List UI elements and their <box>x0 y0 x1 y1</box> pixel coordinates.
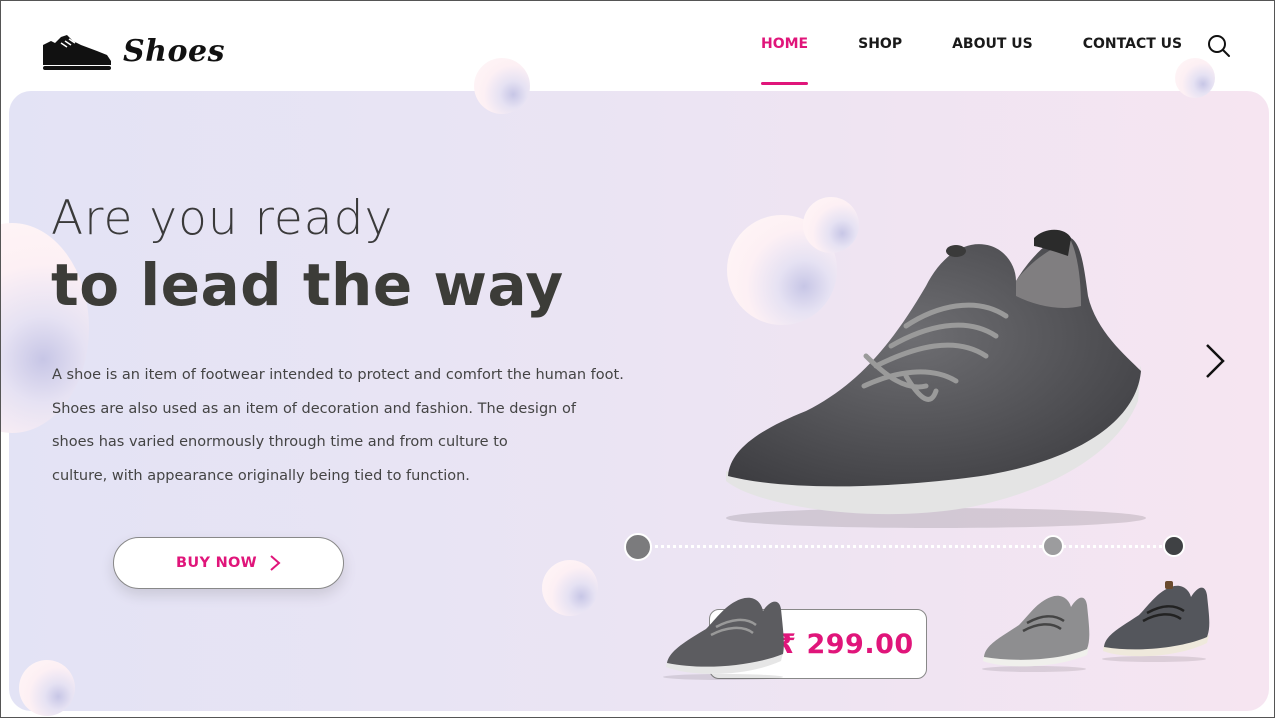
buy-now-button[interactable]: BUY NOW <box>113 537 344 589</box>
hero-description: A shoe is an item of footwear intended t… <box>52 359 652 494</box>
decor-bubble <box>542 560 598 616</box>
thumbnail-shoe-1[interactable] <box>661 589 791 681</box>
nav-home[interactable]: HOME <box>761 36 809 85</box>
slider-dot-2[interactable] <box>1042 535 1064 557</box>
description-line: Shoes are also used as an item of decora… <box>52 400 576 417</box>
chevron-right-icon <box>270 555 281 571</box>
slider-dot-3[interactable] <box>1163 535 1185 557</box>
slider-dot-1[interactable] <box>624 533 652 561</box>
product-price: ₹ 299.00 <box>777 628 914 660</box>
decor-bubble <box>1175 58 1215 98</box>
thumbnail-shoe-3[interactable] <box>1099 577 1214 663</box>
description-line: shoes has varied enormously through time… <box>52 434 508 451</box>
brand-name: Shoes <box>123 33 225 69</box>
buy-now-label: BUY NOW <box>176 555 257 571</box>
thumbnail-shoe-2[interactable] <box>979 587 1094 673</box>
search-icon[interactable] <box>1206 33 1232 59</box>
nav-shop[interactable]: SHOP <box>858 36 902 84</box>
main-nav: HOME SHOP ABOUT US CONTACT US <box>761 36 1232 85</box>
brand-logo[interactable]: Shoes <box>41 31 225 71</box>
decor-bubble <box>474 58 530 114</box>
nav-contact-us[interactable]: CONTACT US <box>1083 36 1182 84</box>
decor-bubble <box>19 660 75 716</box>
headline-bold: to lead the way <box>51 251 564 319</box>
headline-light: Are you ready <box>51 191 394 246</box>
slider-track <box>638 545 1174 548</box>
description-line: culture, with appearance originally bein… <box>52 468 470 485</box>
sneaker-icon <box>43 35 111 70</box>
featured-shoe-image <box>726 229 1146 528</box>
page: Shoes HOME SHOP ABOUT US CONTACT US Are … <box>0 0 1275 718</box>
next-slide-arrow[interactable] <box>1201 341 1229 381</box>
description-line: A shoe is an item of footwear intended t… <box>52 367 624 383</box>
nav-about-us[interactable]: ABOUT US <box>952 36 1033 84</box>
